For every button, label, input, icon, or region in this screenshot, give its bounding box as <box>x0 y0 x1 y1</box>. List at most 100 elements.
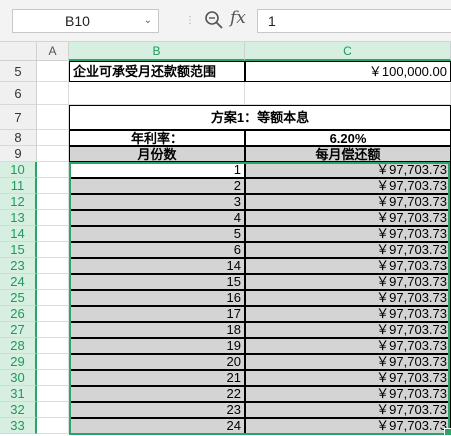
cell-b8[interactable]: 年利率： <box>69 130 245 146</box>
cell-a15[interactable] <box>37 242 69 258</box>
cell-c5[interactable]: ￥100,000.00 <box>245 61 451 82</box>
row-header[interactable]: 8 <box>0 130 37 146</box>
cell-a25[interactable] <box>37 290 69 306</box>
row-header[interactable]: 24 <box>0 274 37 290</box>
month-cell[interactable]: 20 <box>69 354 245 370</box>
cell-a8[interactable] <box>37 130 69 146</box>
cell-a26[interactable] <box>37 306 69 322</box>
column-header-a[interactable]: A <box>37 42 69 61</box>
row-header[interactable]: 15 <box>0 242 37 258</box>
row-header[interactable]: 31 <box>0 386 37 402</box>
select-all-corner[interactable] <box>0 42 37 61</box>
row-header[interactable]: 28 <box>0 338 37 354</box>
cell-c8[interactable]: 6.20% <box>245 130 451 146</box>
cell-a31[interactable] <box>37 386 69 402</box>
row-header[interactable]: 30 <box>0 370 37 386</box>
plan-title-cell[interactable]: 方案1：等额本息 <box>69 105 451 130</box>
row-header[interactable]: 12 <box>0 194 37 210</box>
cell-b6[interactable] <box>69 82 245 105</box>
cell-a30[interactable] <box>37 370 69 386</box>
payment-cell[interactable]: ￥97,703.73 <box>245 354 451 370</box>
formula-input[interactable]: 1 <box>257 9 451 33</box>
payment-cell[interactable]: ￥97,703.73 <box>245 210 451 226</box>
payment-cell[interactable]: ￥97,703.73 <box>245 338 451 354</box>
payment-cell[interactable]: ￥97,703.73 <box>245 402 451 418</box>
row-header[interactable]: 6 <box>0 82 37 105</box>
row-header[interactable]: 27 <box>0 322 37 338</box>
row-header[interactable]: 7 <box>0 105 37 130</box>
cell-a5[interactable] <box>37 61 69 82</box>
row-header[interactable]: 23 <box>0 258 37 274</box>
month-cell[interactable]: 5 <box>69 226 245 242</box>
payment-cell[interactable]: ￥97,703.73 <box>245 322 451 338</box>
zoom-icon[interactable] <box>204 10 224 30</box>
cell-a12[interactable] <box>37 194 69 210</box>
month-cell[interactable]: 19 <box>69 338 245 354</box>
month-cell[interactable]: 23 <box>69 402 245 418</box>
payment-cell[interactable]: ￥97,703.73 <box>245 226 451 242</box>
row-header[interactable]: 29 <box>0 354 37 370</box>
cell-a9[interactable] <box>37 146 69 162</box>
month-cell[interactable]: 15 <box>69 274 245 290</box>
cell-a28[interactable] <box>37 338 69 354</box>
cell-b5[interactable]: 企业可承受月还款额范围 <box>69 61 245 82</box>
row-header[interactable]: 32 <box>0 402 37 418</box>
month-cell[interactable]: 16 <box>69 290 245 306</box>
separator-dots-icon: ⋮ <box>185 15 196 26</box>
row-header[interactable]: 10 <box>0 162 37 178</box>
cell-a23[interactable] <box>37 258 69 274</box>
cell-a14[interactable] <box>37 226 69 242</box>
payment-cell[interactable]: ￥97,703.73 <box>245 290 451 306</box>
formula-bar: B10 ⌄ ⋮ fx 1 <box>0 0 451 42</box>
cell-a13[interactable] <box>37 210 69 226</box>
name-box[interactable]: B10 ⌄ <box>12 9 159 33</box>
month-cell[interactable]: 21 <box>69 370 245 386</box>
payment-cell[interactable]: ￥97,703.73 <box>245 274 451 290</box>
payment-cell[interactable]: ￥97,703.73 <box>245 178 451 194</box>
function-icon[interactable]: fx <box>230 8 246 28</box>
payment-cell[interactable]: ￥97,703.73 <box>245 386 451 402</box>
cell-a10[interactable] <box>37 162 69 178</box>
cell-a6[interactable] <box>37 82 69 105</box>
fill-handle[interactable] <box>444 428 451 436</box>
payment-cell[interactable]: ￥97,703.73 <box>245 418 451 434</box>
cell-a32[interactable] <box>37 402 69 418</box>
column-header-b[interactable]: B <box>69 42 245 61</box>
chevron-down-icon[interactable]: ⌄ <box>144 10 152 32</box>
month-cell[interactable]: 18 <box>69 322 245 338</box>
payment-cell[interactable]: ￥97,703.73 <box>245 194 451 210</box>
cell-b9[interactable]: 月份数 <box>69 146 245 162</box>
cell-c9[interactable]: 每月偿还额 <box>245 146 451 162</box>
payment-cell[interactable]: ￥97,703.73 <box>245 242 451 258</box>
month-cell[interactable]: 6 <box>69 242 245 258</box>
name-box-value: B10 <box>65 13 90 29</box>
payment-cell[interactable]: ￥97,703.73 <box>245 162 451 178</box>
column-header-c[interactable]: C <box>245 42 451 61</box>
cell-a11[interactable] <box>37 178 69 194</box>
payment-cell[interactable]: ￥97,703.73 <box>245 306 451 322</box>
month-cell[interactable]: 24 <box>69 418 245 434</box>
row-header[interactable]: 13 <box>0 210 37 226</box>
cell-a29[interactable] <box>37 354 69 370</box>
cell-a33[interactable] <box>37 418 69 434</box>
cell-a7[interactable] <box>37 105 69 130</box>
month-cell[interactable]: 4 <box>69 210 245 226</box>
month-cell[interactable]: 14 <box>69 258 245 274</box>
row-header[interactable]: 33 <box>0 418 37 434</box>
cell-a24[interactable] <box>37 274 69 290</box>
payment-cell[interactable]: ￥97,703.73 <box>245 370 451 386</box>
row-header[interactable]: 5 <box>0 61 37 82</box>
row-header[interactable]: 11 <box>0 178 37 194</box>
row-header[interactable]: 9 <box>0 146 37 162</box>
cell-c6[interactable] <box>245 82 451 105</box>
row-header[interactable]: 25 <box>0 290 37 306</box>
row-header[interactable]: 14 <box>0 226 37 242</box>
month-cell[interactable]: 22 <box>69 386 245 402</box>
month-cell[interactable]: 1 <box>69 162 245 178</box>
row-header[interactable]: 26 <box>0 306 37 322</box>
month-cell[interactable]: 2 <box>69 178 245 194</box>
month-cell[interactable]: 3 <box>69 194 245 210</box>
month-cell[interactable]: 17 <box>69 306 245 322</box>
payment-cell[interactable]: ￥97,703.73 <box>245 258 451 274</box>
cell-a27[interactable] <box>37 322 69 338</box>
